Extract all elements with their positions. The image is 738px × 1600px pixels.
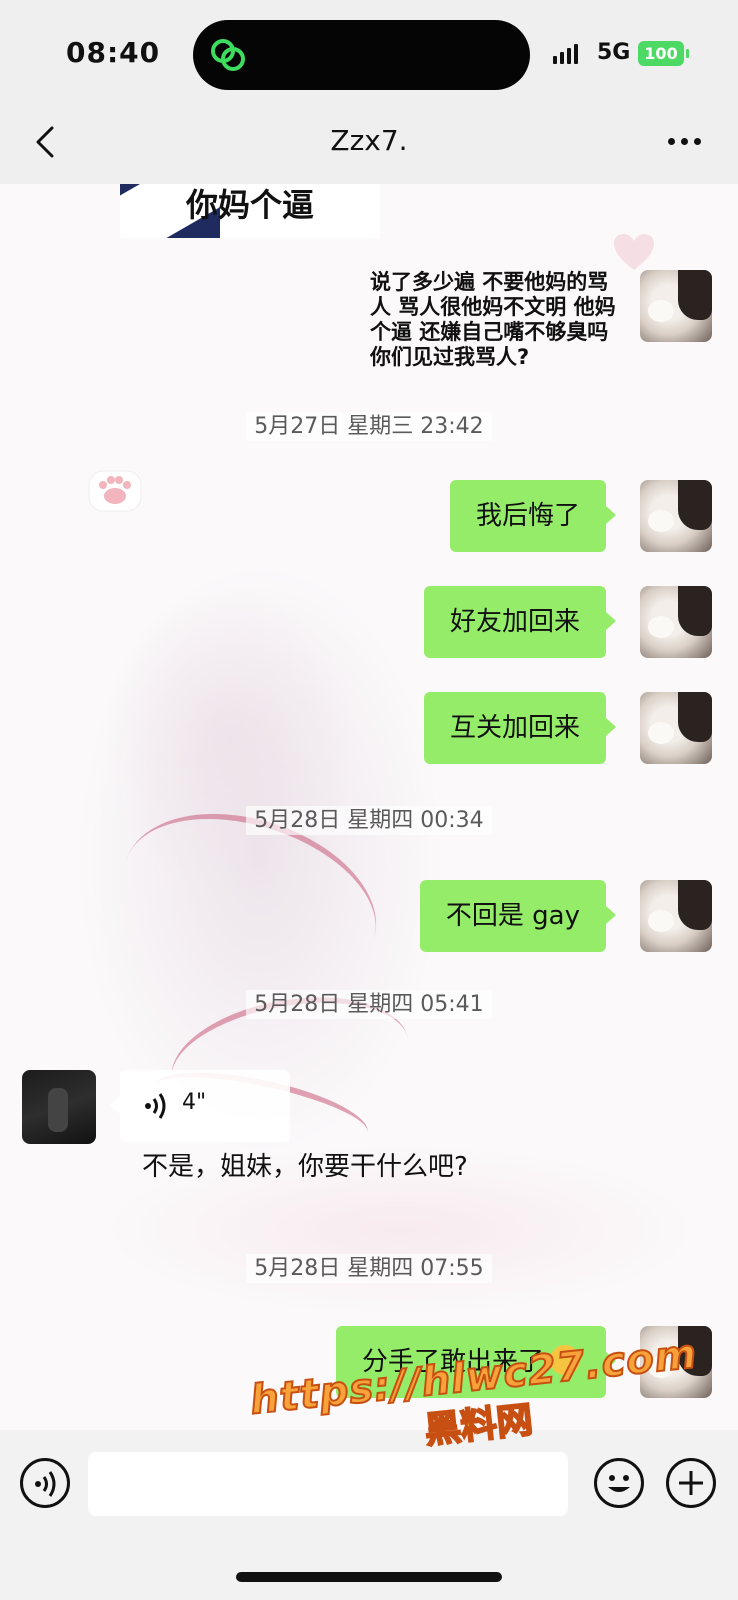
avatar-self[interactable] — [640, 586, 712, 658]
image-caption: 你妈个逼 — [186, 186, 315, 224]
heart-icon — [614, 234, 654, 270]
network-type: 5G — [597, 40, 631, 65]
voice-transcript: 不是，姐妹，你要干什么吧? — [142, 1152, 468, 1182]
home-indicator — [236, 1572, 502, 1582]
message-timestamp: 5月28日 星期四 07:55 — [0, 1250, 738, 1283]
timestamp-text: 5月28日 星期四 07:55 — [246, 1254, 492, 1283]
battery-icon: 100 — [638, 41, 689, 66]
voice-message[interactable]: 4" — [110, 1070, 290, 1142]
voice-duration: 4" — [182, 1090, 207, 1115]
avatar-self[interactable] — [640, 270, 712, 342]
timestamp-text: 5月27日 星期三 23:42 — [246, 412, 492, 441]
paw-icon — [88, 470, 142, 512]
chat-header: Zzx7. — [0, 100, 738, 184]
message-timestamp: 5月28日 星期四 05:41 — [0, 986, 738, 1019]
voice-input-button[interactable] — [20, 1458, 70, 1508]
emoji-button[interactable] — [594, 1458, 644, 1508]
signal-icon — [553, 44, 578, 64]
avatar-self[interactable] — [640, 480, 712, 552]
voice-icon — [35, 1471, 56, 1497]
more-icon[interactable] — [668, 138, 701, 145]
message-bubble-self[interactable]: 好友加回来 — [423, 586, 617, 658]
avatar-contact[interactable] — [22, 1070, 96, 1144]
message-timestamp: 5月28日 星期四 00:34 — [0, 802, 738, 835]
avatar-self[interactable] — [640, 692, 712, 764]
timestamp-text: 5月28日 星期四 00:34 — [246, 806, 492, 835]
message-list[interactable]: 你妈个逼 说了多少遍 不要他妈的骂人 骂人很他妈不文明 他妈个逼 还嫌自己嘴不够… — [0, 184, 738, 1430]
plus-icon — [679, 1471, 703, 1495]
image-message[interactable]: 你妈个逼 — [120, 184, 380, 238]
avatar-self[interactable] — [640, 880, 712, 952]
voice-icon — [145, 1093, 166, 1119]
timestamp-text: 5月28日 星期四 05:41 — [246, 990, 492, 1019]
chat-app-icon — [211, 39, 245, 71]
message-timestamp: 5月27日 星期三 23:42 — [0, 408, 738, 441]
message-bubble-self[interactable]: 不回是 gay — [419, 880, 617, 952]
dynamic-island — [193, 20, 530, 90]
status-time: 08:40 — [66, 36, 161, 69]
more-functions-button[interactable] — [666, 1458, 716, 1508]
message-bubble-self[interactable]: 互关加回来 — [423, 692, 617, 764]
message-bubble-self[interactable]: 我后悔了 — [449, 480, 617, 552]
image-message-text[interactable]: 说了多少遍 不要他妈的骂人 骂人很他妈不文明 他妈个逼 还嫌自己嘴不够臭吗 你们… — [370, 270, 620, 370]
chat-title: Zzx7. — [330, 124, 408, 157]
status-bar: 08:40 5G 100 — [0, 0, 738, 100]
emoji-icon — [608, 1475, 630, 1492]
